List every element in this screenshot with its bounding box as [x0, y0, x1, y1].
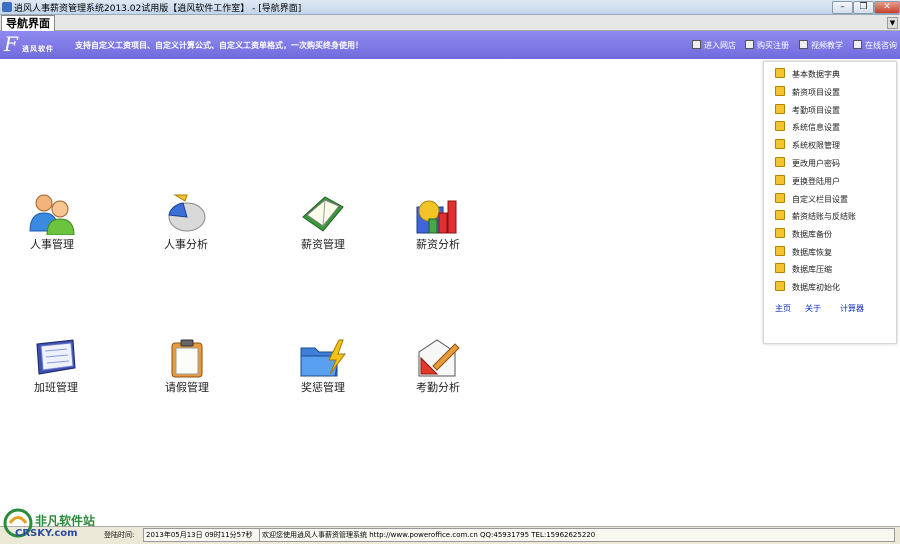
menu-item-custom-columns[interactable]: 自定义栏目设置 [775, 192, 848, 208]
menu-item-basic-dictionary[interactable]: 基本数据字典 [775, 67, 840, 83]
module-overtime-management[interactable]: 加班管理 [16, 338, 96, 395]
module-hr-management[interactable]: 人事管理 [12, 193, 92, 252]
login-time-label: 登陆时间: [104, 531, 135, 539]
folder-icon [775, 121, 785, 131]
menu-item-change-password[interactable]: 更改用户密码 [775, 156, 840, 172]
module-hr-analysis[interactable]: 人事分析 [146, 193, 226, 252]
tab-dropdown-button[interactable]: ▼ [887, 17, 898, 29]
folder-icon [775, 175, 785, 185]
module-label: 加班管理 [34, 381, 78, 394]
title-bar: 逍风人事薪资管理系统2013.02试用版【逍风软件工作室】 - [导航界面] –… [0, 0, 900, 15]
app-icon [2, 2, 12, 12]
watermark-site: CRSKY.com [15, 528, 78, 539]
login-time-value: 2013年05月13日 09时11分57秒 [143, 528, 261, 542]
window-title: 逍风人事薪资管理系统2013.02试用版【逍风软件工作室】 - [导航界面] [14, 4, 302, 14]
status-bar: 登陆时间: 2013年05月13日 09时11分57秒 欢迎您使用逍风人事薪资管… [0, 526, 900, 544]
menu-item-db-compress[interactable]: 数据库压缩 [775, 262, 832, 278]
menu-item-db-restore[interactable]: 数据库恢复 [775, 245, 832, 261]
module-reward-punishment[interactable]: 奖惩管理 [283, 338, 363, 395]
close-button[interactable]: ✕ [874, 1, 900, 14]
watermark-title: 非凡软件站 [35, 514, 96, 528]
folder-icon [775, 263, 785, 273]
tab-navigation[interactable]: 导航界面 [1, 15, 55, 31]
slogan: 支持自定义工资项目、自定义计算公式、自定义工资单格式，一次购买终身使用！ [75, 41, 363, 50]
site-watermark: 非凡软件站 CRSKY.com [1, 506, 101, 541]
module-leave-management[interactable]: 请假管理 [147, 338, 227, 395]
module-label: 考勤分析 [416, 381, 460, 394]
module-label: 人事分析 [164, 238, 208, 251]
tab-bar: 导航界面 ▼ [0, 15, 900, 31]
about-link[interactable]: 关于 [805, 303, 821, 314]
system-menu-panel: 基本数据字典 薪资项目设置 考勤项目设置 系统信息设置 系统权限管理 更改用户密… [763, 61, 897, 344]
maximize-button[interactable]: ❐ [853, 1, 874, 14]
module-attendance-analysis[interactable]: 考勤分析 [398, 338, 478, 395]
module-label: 薪资分析 [416, 238, 460, 251]
minimize-button[interactable]: – [832, 1, 853, 14]
link-enter-shop[interactable]: 进入网店 [692, 40, 736, 51]
menu-item-permissions[interactable]: 系统权限管理 [775, 138, 840, 154]
link-purchase-register[interactable]: 购买注册 [745, 40, 789, 51]
bar-chart-icon [416, 200, 457, 234]
home-link[interactable]: 主页 [775, 303, 791, 314]
module-label: 人事管理 [30, 238, 74, 251]
folder-icon [775, 86, 785, 96]
module-salary-management[interactable]: 薪资管理 [283, 193, 363, 252]
module-salary-analysis[interactable]: 薪资分析 [398, 193, 478, 252]
checkbox-icon [799, 40, 808, 49]
module-label: 薪资管理 [301, 238, 345, 251]
notebook-icon [36, 339, 76, 375]
folder-icon [775, 193, 785, 203]
menu-item-db-backup[interactable]: 数据库备份 [775, 227, 832, 243]
calculator-link[interactable]: 计算器 [840, 303, 864, 314]
checkbox-icon [853, 40, 862, 49]
menu-item-system-info[interactable]: 系统信息设置 [775, 120, 840, 136]
folder-icon [775, 281, 785, 291]
ruler-triangle-icon [418, 339, 460, 377]
users-icon [29, 194, 75, 235]
menu-item-db-initialize[interactable]: 数据库初始化 [775, 280, 840, 296]
folder-lightning-icon [300, 339, 346, 377]
link-video-tutorial[interactable]: 视频教学 [799, 40, 843, 51]
book-icon [302, 196, 344, 232]
checkbox-icon [692, 40, 701, 49]
menu-item-salary-items[interactable]: 薪资项目设置 [775, 85, 840, 101]
folder-icon [775, 210, 785, 220]
folder-icon [775, 104, 785, 114]
clipboard-icon [171, 339, 203, 378]
logo-mark: F [4, 32, 18, 56]
module-label: 请假管理 [165, 381, 209, 394]
company-name: 逍风软件 [22, 45, 54, 53]
status-message: 欢迎您使用逍风人事薪资管理系统 http://www.poweroffice.c… [259, 528, 895, 542]
pie-chart-icon [168, 194, 206, 232]
checkbox-icon [745, 40, 754, 49]
menu-item-attendance-items[interactable]: 考勤项目设置 [775, 103, 840, 119]
folder-icon [775, 139, 785, 149]
menu-item-salary-closing[interactable]: 薪资结账与反结账 [775, 209, 856, 225]
folder-icon [775, 68, 785, 78]
folder-icon [775, 246, 785, 256]
header-banner: F 逍风软件 支持自定义工资项目、自定义计算公式、自定义工资单格式，一次购买终身… [0, 31, 900, 59]
folder-icon [775, 228, 785, 238]
module-label: 奖惩管理 [301, 381, 345, 394]
folder-icon [775, 157, 785, 167]
link-online-consult[interactable]: 在线咨询 [853, 40, 897, 51]
menu-item-switch-user[interactable]: 更换登陆用户 [775, 174, 840, 190]
